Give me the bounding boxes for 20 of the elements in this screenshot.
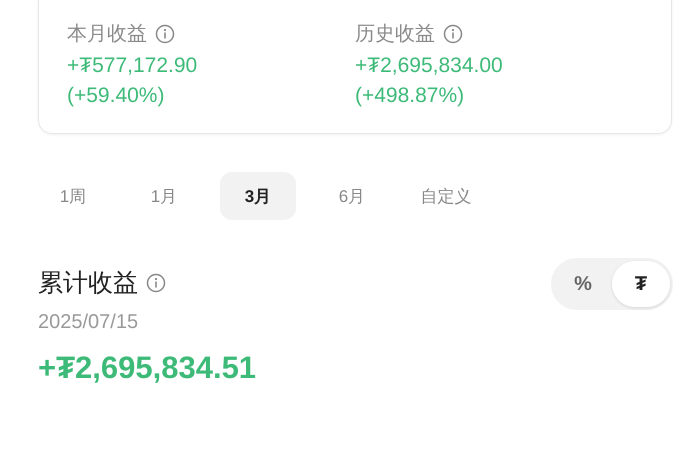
period-tab[interactable]: 1周 (38, 172, 108, 220)
unit-option[interactable]: % (554, 261, 612, 307)
total-value: +₮2,695,834.51 (38, 350, 256, 386)
stat-value: +₮2,695,834.00 (355, 53, 504, 79)
unit-toggle[interactable]: % ₮ (551, 258, 673, 310)
unit-option[interactable]: ₮ (612, 261, 670, 307)
info-icon[interactable] (155, 24, 175, 44)
period-tab[interactable]: 3月 (220, 172, 296, 220)
stat-value: +₮577,172.90 (67, 53, 198, 79)
period-tab[interactable]: 自定义 (408, 172, 484, 220)
stat-label: 历史收益 (355, 22, 435, 47)
date-label: 2025/07/15 (38, 311, 140, 334)
period-tab[interactable]: 1月 (126, 172, 202, 220)
period-tab[interactable]: 6月 (314, 172, 390, 220)
section-title: 累计收益 (38, 268, 138, 299)
stat-label: 本月收益 (67, 22, 147, 47)
stat-change: (+59.40%) (67, 83, 166, 109)
info-icon[interactable] (443, 24, 463, 44)
info-icon[interactable] (146, 272, 166, 292)
stat-change: (+498.87%) (355, 83, 466, 109)
